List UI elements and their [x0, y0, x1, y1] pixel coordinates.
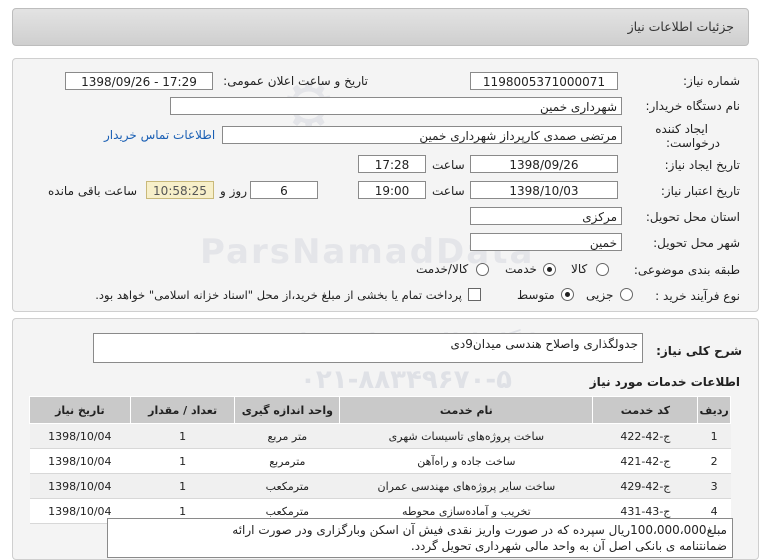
created-date-label: تاریخ ایجاد نیاز: [664, 158, 740, 172]
table-row: 2 ج-42-421 ساخت جاده و راه‌آهن مترمربع 1… [29, 448, 731, 474]
validity-time-label: ساعت [432, 184, 465, 198]
cell-unit: متر مربع [234, 423, 340, 449]
validity-label: تاریخ اعتبار نیاز: [660, 184, 740, 198]
cell-row: 2 [697, 448, 731, 474]
col-unit: واحد اندازه گیری [234, 396, 341, 424]
services-table: ردیف کد خدمت نام خدمت واحد اندازه گیری ت… [29, 396, 731, 524]
remaining-days-field: 6 [250, 181, 318, 199]
validity-time-field: 19:00 [358, 181, 426, 199]
remaining-time-label: ساعت باقی مانده [48, 184, 138, 198]
process-radio-minor[interactable] [620, 288, 633, 301]
cell-name: ساخت جاده و راه‌آهن [339, 448, 593, 474]
process-option-medium: متوسط [517, 288, 555, 302]
page-title: جزئیات اطلاعات نیاز [627, 19, 734, 34]
category-radio-goods-service[interactable] [476, 263, 489, 276]
summary-label: شرح کلی نیاز: [656, 344, 742, 358]
buyer-notes-line1: مبلغ100،000،000ریال سپرده که در صورت وار… [232, 523, 727, 537]
days-label: روز و [220, 184, 247, 198]
province-field: مرکزی [470, 207, 622, 225]
process-option-minor: جزیی [586, 288, 614, 302]
announce-datetime-field: 1398/09/26 - 17:29 [65, 72, 213, 90]
category-radio-goods[interactable] [596, 263, 609, 276]
category-option-service: خدمت [505, 262, 537, 276]
category-radio-service[interactable] [543, 263, 556, 276]
treasury-payment-note: پرداخت تمام یا بخشی از مبلغ خرید،از محل … [95, 288, 462, 302]
cell-row: 1 [697, 423, 731, 449]
col-name: نام خدمت [339, 396, 594, 424]
category-option-goods: کالا [571, 262, 588, 276]
category-label: طبقه بندی موضوعی: [633, 263, 740, 277]
col-code: کد خدمت [592, 396, 699, 424]
remaining-time-counter: 10:58:25 [146, 181, 214, 199]
col-quantity: تعداد / مقدار [129, 396, 236, 424]
services-section-title: اطلاعات خدمات مورد نیاز [589, 375, 740, 389]
table-row: 1 ج-42-422 ساخت پروژه‌های تاسیسات شهری م… [29, 423, 731, 449]
creator-label-line2: درخواست: [666, 136, 720, 150]
buyer-notes-line2: ضمانتنامه ی بانکی اصل آن به واحد مالی شه… [410, 539, 727, 553]
cell-need-date: 1398/10/04 [29, 448, 131, 474]
announce-label: تاریخ و ساعت اعلان عمومی: [223, 74, 368, 88]
summary-field: جدولگذاری واصلاح هندسی میدان9دی [93, 333, 643, 363]
cell-name: ساخت سایر پروژه‌های مهندسی عمران [339, 473, 593, 499]
cell-quantity: 1 [130, 448, 235, 474]
cell-unit: مترمکعب [234, 473, 340, 499]
col-need-date: تاریخ نیاز [29, 396, 131, 424]
cell-code: ج-42-421 [592, 448, 698, 474]
cell-row: 3 [697, 473, 731, 499]
cell-code: ج-42-429 [592, 473, 698, 499]
cell-need-date: 1398/10/04 [29, 423, 131, 449]
cell-need-date: 1398/10/04 [29, 473, 131, 499]
buyer-org-label: نام دستگاه خریدار: [645, 99, 741, 113]
buyer-notes-box: مبلغ100،000،000ریال سپرده که در صورت وار… [107, 518, 733, 558]
cell-name: ساخت پروژه‌های تاسیسات شهری [339, 423, 593, 449]
creator-field: مرتضی صمدی کارپرداز شهرداری خمین [222, 126, 622, 144]
city-field: خمین [470, 233, 622, 251]
services-header-row: ردیف کد خدمت نام خدمت واحد اندازه گیری ت… [29, 396, 731, 424]
created-date-field: 1398/09/26 [470, 155, 618, 173]
contact-buyer-link[interactable]: اطلاعات تماس خریدار [104, 128, 215, 142]
cell-code: ج-42-422 [592, 423, 698, 449]
creator-label: ایجاد کننده [655, 122, 708, 136]
need-number-label: شماره نیاز: [683, 74, 740, 88]
need-number-field: 1198005371000071 [470, 72, 618, 90]
created-time-field: 17:28 [358, 155, 426, 173]
table-row: 3 ج-42-429 ساخت سایر پروژه‌های مهندسی عم… [29, 473, 731, 499]
validity-date-field: 1398/10/03 [470, 181, 618, 199]
page-header: جزئیات اطلاعات نیاز [12, 8, 749, 46]
process-radio-medium[interactable] [561, 288, 574, 301]
process-label: نوع فرآیند خرید : [655, 289, 740, 303]
province-label: استان محل تحویل: [645, 210, 740, 224]
cell-quantity: 1 [130, 473, 235, 499]
treasury-payment-checkbox[interactable] [468, 288, 481, 301]
created-time-label: ساعت [432, 158, 465, 172]
col-row: ردیف [697, 396, 731, 424]
cell-unit: مترمربع [234, 448, 340, 474]
cell-quantity: 1 [130, 423, 235, 449]
buyer-org-field: شهرداری خمین [170, 97, 622, 115]
city-label: شهر محل تحویل: [653, 236, 740, 250]
category-option-goods-service: کالا/خدمت [416, 262, 469, 276]
